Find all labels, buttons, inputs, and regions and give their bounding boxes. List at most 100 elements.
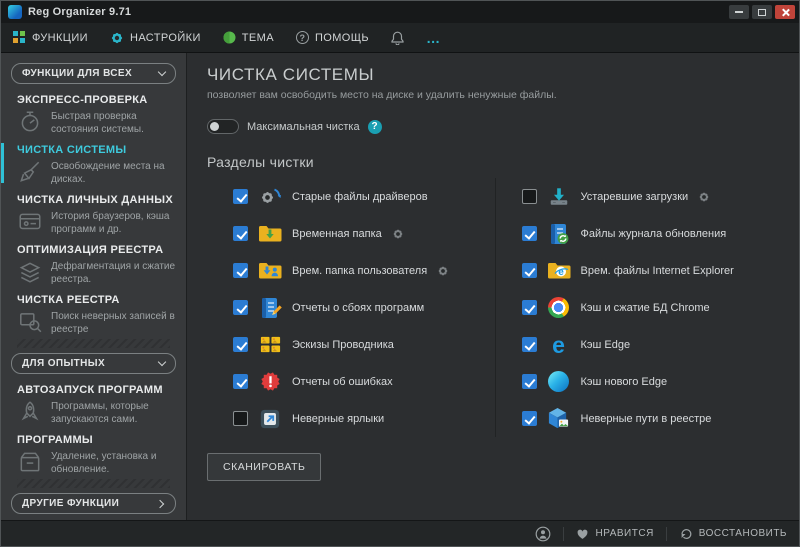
checkbox[interactable]	[233, 263, 248, 278]
menu-settings[interactable]: НАСТРОЙКИ	[110, 31, 201, 45]
status-bar: НРАВИТСЯ ВОССТАНОВИТЬ	[1, 520, 799, 546]
item-settings-gear-icon[interactable]	[698, 191, 710, 203]
cleanup-item-label: Врем. файлы Internet Explorer	[581, 265, 734, 277]
old-downloads-icon	[547, 185, 571, 209]
theme-icon	[223, 31, 236, 44]
checkbox[interactable]	[522, 300, 537, 315]
cleanup-item: Врем. папка пользователя	[207, 252, 495, 289]
sidebar-item-registry-optimization[interactable]: ОПТИМИЗАЦИЯ РЕЕСТРА Дефрагментация и сжа…	[1, 238, 186, 288]
cleanup-item: Отчеты об ошибках	[207, 363, 495, 400]
person-circle-icon	[535, 526, 551, 542]
sidebar-item-title: ПРОГРАММЫ	[17, 434, 178, 446]
cleanup-item: Неверные ярлыки	[207, 400, 495, 437]
sidebar-item-system-cleanup[interactable]: ЧИСТКА СИСТЕМЫ Освобождение места на дис…	[1, 138, 186, 188]
cleanup-item-label: Отчеты об ошибках	[292, 376, 393, 388]
menu-bar: ФУНКЦИИ НАСТРОЙКИ ТЕМА ? ПОМОЩЬ …	[1, 23, 799, 53]
like-label: НРАВИТСЯ	[595, 528, 653, 539]
sidebar-item-autostart[interactable]: АВТОЗАПУСК ПРОГРАММ Программы, которые з…	[1, 378, 186, 428]
checkbox[interactable]	[233, 337, 248, 352]
group-label: ДРУГИЕ ФУНКЦИИ	[22, 498, 119, 509]
group-for-experienced[interactable]: ДЛЯ ОПЫТНЫХ	[11, 353, 176, 374]
checkbox[interactable]	[233, 411, 248, 426]
menu-theme-label: ТЕМА	[242, 32, 274, 44]
like-button[interactable]: НРАВИТСЯ	[576, 528, 653, 540]
sidebar-item-desc: Быстрая проверка состояния системы.	[51, 109, 178, 136]
checkbox[interactable]	[233, 189, 248, 204]
menu-theme[interactable]: ТЕМА	[223, 31, 274, 44]
chevron-down-icon	[158, 68, 166, 76]
sidebar-item-desc: Программы, которые запускаются сами.	[51, 399, 178, 426]
cleanup-item-label: Кэш и сжатие БД Chrome	[581, 302, 710, 314]
minimize-button[interactable]	[729, 5, 749, 19]
toggle-knob	[210, 122, 219, 131]
max-cleanup-toggle[interactable]	[207, 119, 239, 134]
cleanup-item: Устаревшие загрузки	[496, 178, 784, 215]
edge-legacy-icon: e	[547, 333, 571, 357]
window-title: Reg Organizer 9.71	[28, 6, 131, 18]
section-title: Разделы чистки	[207, 154, 783, 170]
cleanup-item-label: Временная папка	[292, 228, 382, 240]
cleanup-item-label: Эскизы Проводника	[292, 339, 394, 351]
item-settings-gear-icon[interactable]	[392, 228, 404, 240]
account-button[interactable]	[535, 526, 551, 542]
express-check-icon	[17, 109, 43, 135]
menu-functions[interactable]: ФУНКЦИИ	[13, 31, 88, 44]
close-button[interactable]	[775, 5, 795, 19]
explorer-thumbnails-icon	[258, 333, 282, 357]
cleanup-item: Временная папка	[207, 215, 495, 252]
item-settings-gear-icon[interactable]	[437, 265, 449, 277]
sidebar-hatch-texture	[17, 479, 170, 488]
page-title: ЧИСТКА СИСТЕМЫ	[207, 65, 783, 85]
sidebar-item-registry-cleanup[interactable]: ЧИСТКА РЕЕСТРА Поиск неверных записей в …	[1, 288, 186, 338]
gear-icon	[110, 31, 124, 45]
checkbox[interactable]	[522, 263, 537, 278]
help-icon: ?	[296, 31, 309, 44]
checkbox[interactable]	[233, 374, 248, 389]
sidebar-item-express-check[interactable]: ЭКСПРЕСС-ПРОВЕРКА Быстрая проверка состо…	[1, 88, 186, 138]
group-other-functions[interactable]: ДРУГИЕ ФУНКЦИИ	[11, 493, 176, 514]
cleanup-item-label: Кэш Edge	[581, 339, 631, 351]
sidebar-item-desc: Поиск неверных записей в реестре	[51, 309, 178, 336]
cleanup-column-left: Старые файлы драйверов Временная папка	[207, 178, 495, 437]
edge-new-icon	[547, 370, 571, 394]
menu-help[interactable]: ? ПОМОЩЬ	[296, 31, 369, 44]
programs-icon	[17, 449, 43, 475]
functions-grid-icon	[13, 31, 26, 44]
help-badge-icon[interactable]: ?	[368, 120, 382, 134]
cleanup-item: Отчеты о сбоях программ	[207, 289, 495, 326]
sidebar-item-programs[interactable]: ПРОГРАММЫ Удаление, установка и обновлен…	[1, 428, 186, 478]
temp-folder-icon	[258, 222, 282, 246]
cleanup-item: Эскизы Проводника	[207, 326, 495, 363]
scan-button[interactable]: СКАНИРОВАТЬ	[207, 453, 321, 481]
sidebar-item-title: АВТОЗАПУСК ПРОГРАММ	[17, 384, 178, 396]
cleanup-item-label: Врем. папка пользователя	[292, 265, 427, 277]
chevron-down-icon	[158, 358, 166, 366]
cleanup-item: e Кэш Edge	[496, 326, 784, 363]
sidebar-item-desc: Удаление, установка и обновление.	[51, 449, 178, 476]
sidebar: ФУНКЦИИ ДЛЯ ВСЕХ ЭКСПРЕСС-ПРОВЕРКА Быстр…	[1, 53, 187, 520]
notifications-bell-icon[interactable]	[391, 31, 404, 45]
private-data-icon	[17, 209, 43, 235]
cleanup-column-right: Устаревшие загрузки Файлы журнала обновл…	[495, 178, 784, 437]
cleanup-item-label: Кэш нового Edge	[581, 376, 668, 388]
user-temp-folder-icon	[258, 259, 282, 283]
cleanup-item-label: Неверные пути в реестре	[581, 413, 712, 425]
group-functions-for-all[interactable]: ФУНКЦИИ ДЛЯ ВСЕХ	[11, 63, 176, 84]
cleanup-item: Неверные пути в реестре	[496, 400, 784, 437]
more-menu-icon[interactable]: …	[426, 33, 441, 43]
checkbox[interactable]	[233, 300, 248, 315]
crash-reports-icon	[258, 296, 282, 320]
checkbox[interactable]	[522, 374, 537, 389]
checkbox[interactable]	[522, 189, 537, 204]
maximize-button[interactable]	[752, 5, 772, 19]
checkbox[interactable]	[522, 226, 537, 241]
checkbox[interactable]	[233, 226, 248, 241]
sidebar-item-private-data-cleanup[interactable]: ЧИСТКА ЛИЧНЫХ ДАННЫХ История браузеров, …	[1, 188, 186, 238]
update-log-files-icon	[547, 222, 571, 246]
cleanup-item: Старые файлы драйверов	[207, 178, 495, 215]
restore-button[interactable]: ВОССТАНОВИТЬ	[679, 527, 787, 541]
checkbox[interactable]	[522, 337, 537, 352]
max-cleanup-label: Максимальная чистка	[247, 121, 360, 133]
checkbox[interactable]	[522, 411, 537, 426]
sidebar-item-title: ЧИСТКА ЛИЧНЫХ ДАННЫХ	[17, 194, 178, 206]
